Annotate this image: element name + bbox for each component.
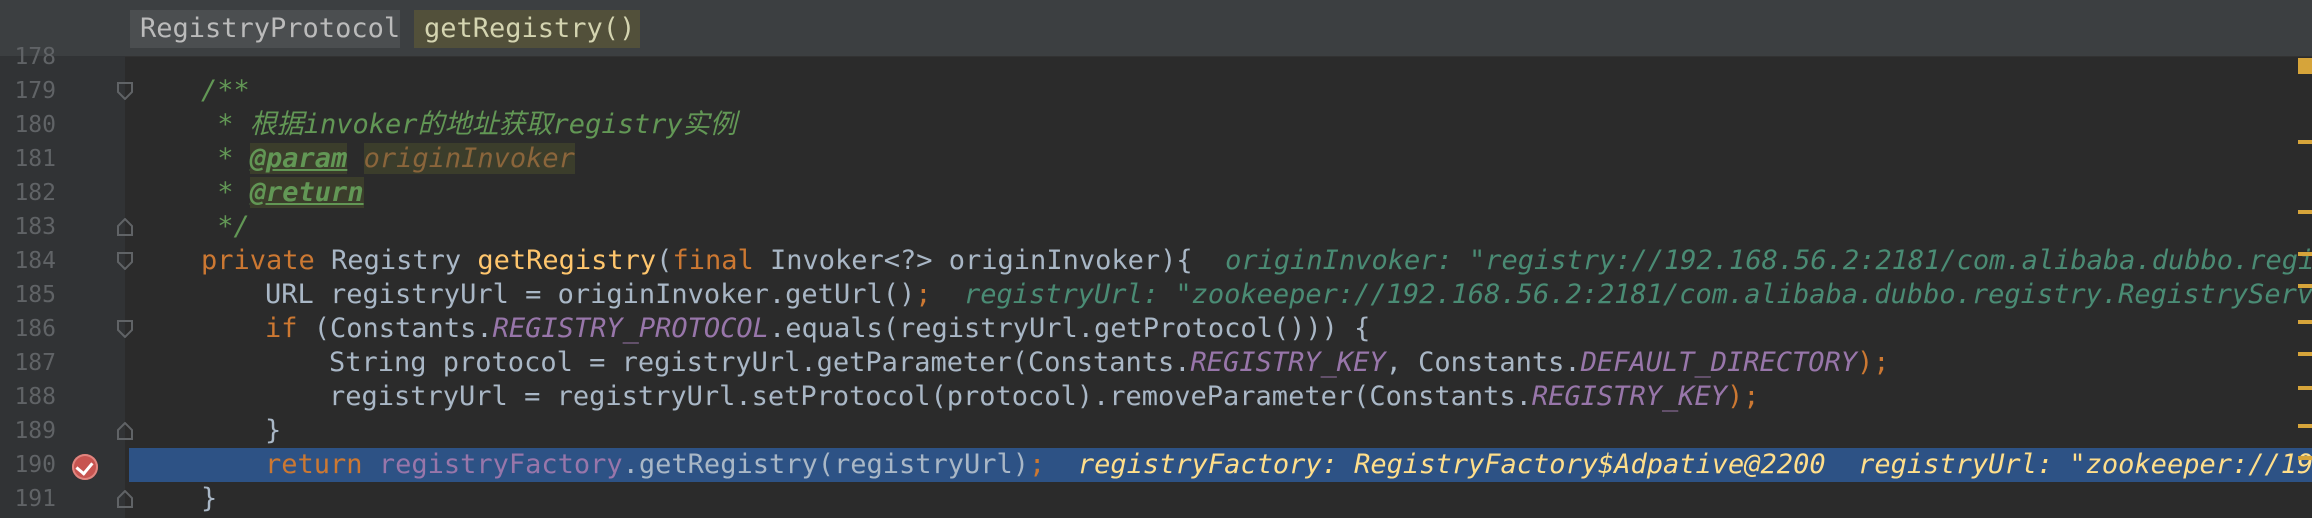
line-number: 179 — [14, 78, 56, 104]
code-line-184: private Registry getRegistry(final Invok… — [201, 244, 2312, 278]
breadcrumb: RegistryProtocol getRegistry() — [0, 0, 2312, 57]
javadoc-param-name: originInvoker — [363, 143, 575, 174]
code-line-183: */ — [201, 210, 2312, 244]
code-text: Invoker<?> originInvoker){ — [753, 245, 1193, 276]
warning-marker[interactable] — [2298, 424, 2312, 428]
keyword: return — [265, 449, 363, 480]
code-line-179: /** — [201, 74, 2312, 108]
line-number: 181 — [14, 146, 56, 172]
code-line-190-execution-point: return registryFactory.getRegistry(regis… — [129, 448, 2312, 482]
code-text: } — [201, 483, 218, 514]
constant: REGISTRY_PROTOCOL — [492, 313, 769, 344]
debug-inline-value: originInvoker: "registry://192.168.56.2:… — [1225, 245, 2312, 276]
breadcrumb-method[interactable]: getRegistry() — [414, 10, 640, 48]
constant: REGISTRY_KEY — [1190, 347, 1386, 378]
keyword: final — [672, 245, 754, 276]
analysis-marker[interactable] — [2298, 58, 2312, 74]
debug-inline-value: registryFactory: RegistryFactory$Adpativ… — [1077, 449, 2312, 480]
code-text: .equals(registryUrl.getProtocol())) { — [768, 313, 1371, 344]
gutter: 178 179 180 181 182 183 184 185 186 187 … — [0, 44, 133, 518]
code-text: } — [265, 415, 282, 446]
keyword: if — [265, 313, 298, 344]
javadoc-tag: @param — [249, 143, 348, 174]
code-line-188: registryUrl = registryUrl.setProtocol(pr… — [329, 380, 2312, 414]
warning-marker[interactable] — [2298, 386, 2312, 390]
code-line-189: } — [265, 414, 2312, 448]
doc-comment: * 根据invoker的地址获取registry实例 — [201, 109, 737, 140]
code-line-185: URL registryUrl = originInvoker.getUrl()… — [265, 278, 2312, 312]
line-number: 189 — [14, 418, 56, 444]
code-text: ( — [656, 245, 673, 276]
semicolon: ); — [1857, 347, 1890, 378]
warning-marker[interactable] — [2298, 352, 2312, 356]
hint-gap — [931, 279, 964, 310]
line-number: 184 — [14, 248, 56, 274]
breakpoint-icon[interactable] — [72, 454, 98, 480]
code-line-191: } — [201, 482, 2312, 516]
code-line-187: String protocol = registryUrl.getParamet… — [329, 346, 2312, 380]
editor-window: RegistryProtocol getRegistry() 178 179 1… — [0, 0, 2312, 518]
debug-inline-value: registryUrl: "zookeeper://192.168.56.2:2… — [964, 279, 2312, 310]
constant: REGISTRY_KEY — [1531, 381, 1727, 412]
code-line-181: * @param originInvoker — [201, 142, 2312, 176]
keyword: private — [201, 245, 315, 276]
code-line-182: * @return — [201, 176, 2312, 210]
hint-gap — [1193, 245, 1226, 276]
constant: DEFAULT_DIRECTORY — [1580, 347, 1858, 378]
method-name: getRegistry — [477, 245, 657, 276]
hint-gap — [1045, 449, 1078, 480]
semicolon: ; — [915, 279, 932, 310]
line-number: 188 — [14, 384, 56, 410]
warning-marker[interactable] — [2298, 140, 2312, 144]
line-number: 180 — [14, 112, 56, 138]
line-number: 187 — [14, 350, 56, 376]
doc-space — [347, 143, 363, 174]
doc-comment: * — [201, 177, 250, 208]
doc-comment: * — [201, 143, 250, 174]
error-stripe[interactable] — [2298, 56, 2312, 518]
warning-marker[interactable] — [2298, 210, 2312, 214]
code-area[interactable]: /** * 根据invoker的地址获取registry实例 * @param … — [125, 56, 2312, 518]
line-number: 186 — [14, 316, 56, 342]
line-number: 185 — [14, 282, 56, 308]
field-name: registryFactory — [378, 449, 623, 480]
code-text: URL registryUrl = originInvoker.getUrl() — [265, 279, 916, 310]
doc-comment: /** — [201, 75, 250, 106]
code-text: String protocol = registryUrl.getParamet… — [329, 347, 1191, 378]
javadoc-tag: @return — [249, 177, 364, 208]
code-text: (Constants. — [297, 313, 493, 344]
code-text: registryUrl = registryUrl.setProtocol(pr… — [329, 381, 1532, 412]
line-number: 191 — [14, 486, 56, 512]
line-number: 190 — [14, 452, 56, 478]
warning-marker[interactable] — [2298, 252, 2312, 256]
code-line-180: * 根据invoker的地址获取registry实例 — [201, 108, 2312, 142]
breadcrumb-class[interactable]: RegistryProtocol — [130, 10, 400, 48]
warning-marker[interactable] — [2298, 284, 2312, 288]
line-number: 183 — [14, 214, 56, 240]
code-line-186: if (Constants.REGISTRY_PROTOCOL.equals(r… — [265, 312, 2312, 346]
doc-comment: */ — [201, 211, 250, 242]
code-text: .getRegistry(registryUrl) — [622, 449, 1030, 480]
semicolon: ); — [1726, 381, 1760, 412]
warning-marker[interactable] — [2298, 456, 2312, 460]
code-text: , Constants. — [1385, 347, 1581, 378]
line-number: 182 — [14, 180, 56, 206]
warning-marker[interactable] — [2298, 320, 2312, 324]
code-text: Registry — [314, 245, 478, 276]
line-number: 178 — [14, 44, 56, 70]
semicolon: ; — [1029, 449, 1046, 480]
